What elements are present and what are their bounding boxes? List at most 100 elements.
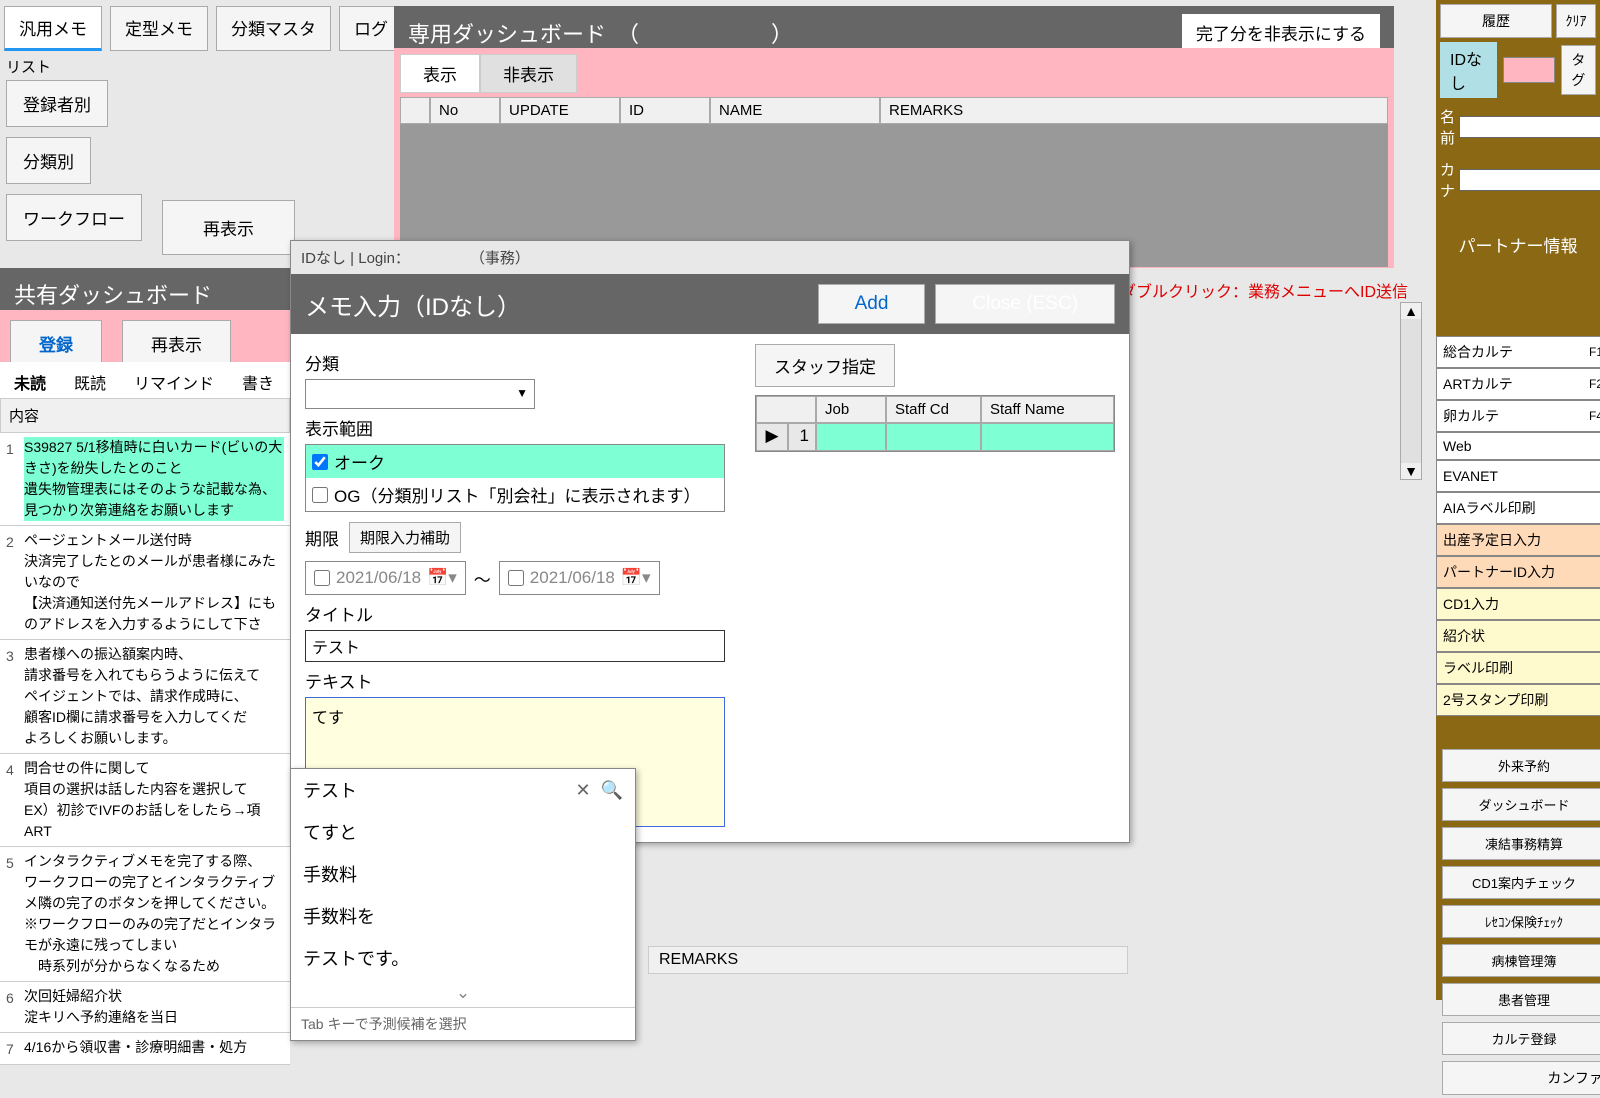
ime-suggestion[interactable]: テストです。	[291, 937, 635, 979]
menu-ラベル印刷[interactable]: ラベル印刷	[1436, 652, 1600, 684]
redisplay-button-2[interactable]: 再表示	[122, 320, 231, 367]
tab-generic-memo[interactable]: 汎用メモ	[4, 6, 102, 51]
scrollbar[interactable]: ▲ ▼	[1400, 302, 1422, 480]
scope-opt-oak-checkbox[interactable]	[312, 454, 328, 470]
staff-col-blank	[756, 396, 816, 423]
col-no: No	[430, 97, 500, 124]
menu-卵カルテ[interactable]: 卵カルテF4	[1436, 400, 1600, 432]
menu-総合カルテ[interactable]: 総合カルテF1	[1436, 336, 1600, 368]
action-CD1案内チェック[interactable]: CD1案内チェック	[1442, 866, 1600, 899]
scope-opt-og[interactable]: OG（分類別リスト「別会社」に表示されます）	[306, 478, 724, 511]
calendar-icon[interactable]: 📅▾	[621, 568, 651, 588]
partner-info-header: パートナー情報	[1440, 224, 1596, 265]
tab-classify-master[interactable]: 分類マスタ	[216, 6, 331, 51]
tab-draft[interactable]: 書き	[228, 362, 288, 402]
action-カルテ登録[interactable]: カルテ登録	[1442, 1022, 1600, 1055]
main-tab-hide[interactable]: 非表示	[480, 54, 577, 93]
tab-unread[interactable]: 未読	[0, 362, 60, 402]
menu-EVANET[interactable]: EVANET	[1436, 460, 1600, 492]
deadline-helper-button[interactable]: 期限入力補助	[349, 522, 461, 553]
date-to[interactable]: 2021/06/18 📅▾	[499, 561, 660, 595]
staff-row[interactable]: ▶ 1	[756, 423, 1114, 451]
main-tab-show[interactable]: 表示	[400, 54, 480, 93]
by-category-button[interactable]: 分類別	[6, 137, 91, 184]
scope-opt-oak[interactable]: オーク	[306, 445, 724, 478]
list-label: リスト	[6, 56, 51, 77]
memo-list-header: 内容	[0, 398, 290, 433]
hide-completed-button[interactable]: 完了分を非表示にする	[1182, 14, 1380, 51]
scope-label: 表示範囲	[305, 415, 725, 440]
history-button[interactable]: 履歴	[1440, 4, 1552, 38]
main-dashboard-title: 専用ダッシュボード （ ）	[408, 17, 793, 49]
tag-button[interactable]: タグ	[1561, 45, 1596, 95]
col-remarks: REMARKS	[880, 97, 1388, 124]
col-update: UPDATE	[500, 97, 620, 124]
staff-assign-button[interactable]: スタッフ指定	[755, 344, 895, 387]
col-blank	[400, 97, 430, 124]
ime-suggestion[interactable]: 手数料	[291, 853, 635, 895]
workflow-button[interactable]: ワークフロー	[6, 194, 142, 241]
kana-input[interactable]	[1459, 169, 1600, 191]
menu-CD1入力[interactable]: CD1入力	[1436, 588, 1600, 620]
col-id: ID	[620, 97, 710, 124]
memo-item[interactable]: 4問合せの件に関して項目の選択は話した内容を選択してEX）初診でIVFのお話しを…	[0, 754, 290, 847]
ime-suggestion[interactable]: 手数料を	[291, 895, 635, 937]
action-ダッシュボード[interactable]: ダッシュボード	[1442, 788, 1600, 821]
menu-紹介状[interactable]: 紹介状	[1436, 620, 1600, 652]
action-ﾚｾｺﾝ保険ﾁｪｯｸ[interactable]: ﾚｾｺﾝ保険ﾁｪｯｸ	[1442, 905, 1600, 938]
calendar-icon[interactable]: 📅▾	[427, 568, 457, 588]
ime-more-icon[interactable]: ⌄	[291, 979, 635, 1007]
id-input[interactable]	[1503, 57, 1555, 83]
action-凍結事務精算[interactable]: 凍結事務精算	[1442, 827, 1600, 860]
date-from-checkbox[interactable]	[314, 570, 330, 586]
dblclick-hint: ダブルクリック：業務メニューへID送信	[1120, 278, 1408, 302]
title-field-label: タイトル	[305, 601, 725, 626]
scope-list: オーク OG（分類別リスト「別会社」に表示されます）	[305, 444, 725, 512]
action-外来予約[interactable]: 外来予約	[1442, 749, 1600, 782]
remarks-col-lower: REMARKS	[648, 946, 1128, 974]
tab-remind[interactable]: リマインド	[120, 362, 228, 402]
search-icon[interactable]: 🔍	[601, 780, 623, 801]
col-name: NAME	[710, 97, 880, 124]
date-to-checkbox[interactable]	[508, 570, 524, 586]
name-input[interactable]	[1459, 116, 1600, 138]
menu-AIAラベル印刷[interactable]: AIAラベル印刷	[1436, 492, 1600, 524]
text-field-label: テキスト	[305, 668, 725, 693]
date-from[interactable]: 2021/06/18 📅▾	[305, 561, 466, 595]
ime-suggestion[interactable]: てすと	[291, 811, 635, 853]
memo-item[interactable]: 5インタラクティブメモを完了する際、ワークフローの完了とインタラクティブメ隣の完…	[0, 847, 290, 982]
clear-button[interactable]: ｸﾘｱ	[1556, 4, 1596, 38]
close-button[interactable]: Close (ESC)	[935, 284, 1115, 324]
staff-col-name: Staff Name	[981, 396, 1114, 423]
memo-item[interactable]: 2ページェントメール送付時決済完了したとのメールが患者様にみたいなので【決済通知…	[0, 526, 290, 640]
by-registrant-button[interactable]: 登録者別	[6, 80, 108, 127]
memo-item[interactable]: 3患者様への振込額案内時、請求番号を入れてもらうように伝えてペイジェントでは、請…	[0, 640, 290, 754]
memo-list: 内容 1S39827 5/1移植時に白いカード(ビいの大きさ)を紛失したとのこと…	[0, 398, 290, 1065]
menu-パートナーID入力[interactable]: パートナーID入力	[1436, 556, 1600, 588]
category-select[interactable]	[305, 379, 535, 409]
menu-2号スタンプ印刷[interactable]: 2号スタンプ印刷	[1436, 684, 1600, 716]
menu-Web[interactable]: Web	[1436, 432, 1600, 460]
id-none-badge: IDなし	[1440, 42, 1497, 98]
tab-read[interactable]: 既読	[60, 362, 120, 402]
close-icon[interactable]: ✕	[575, 780, 590, 801]
ime-suggestions: テスト✕🔍てすと手数料手数料をテストです。 ⌄ Tab キーで予測候補を選択	[290, 768, 636, 1041]
conference-mgmt-button[interactable]: カンファレンス管理	[1442, 1061, 1600, 1095]
action-病棟管理簿[interactable]: 病棟管理簿	[1442, 944, 1600, 977]
redisplay-button[interactable]: 再表示	[162, 200, 295, 255]
memo-item[interactable]: 1S39827 5/1移植時に白いカード(ビいの大きさ)を紛失したとのこと遺失物…	[0, 433, 290, 526]
menu-ARTカルテ[interactable]: ARTカルテF2	[1436, 368, 1600, 400]
ime-suggestion[interactable]: テスト✕🔍	[291, 769, 635, 811]
memo-item[interactable]: 6次回妊婦紹介状淀キリへ予約連絡を当日	[0, 982, 290, 1033]
dialog-titlebar: IDなし | Login： （事務）	[291, 241, 1129, 274]
scroll-up-icon[interactable]: ▲	[1401, 303, 1421, 319]
menu-出産予定日入力[interactable]: 出産予定日入力	[1436, 524, 1600, 556]
ime-footer: Tab キーで予測候補を選択	[291, 1007, 635, 1040]
memo-item[interactable]: 74/16から領収書・診療明細書・処方	[0, 1033, 290, 1065]
scroll-down-icon[interactable]: ▼	[1401, 463, 1421, 479]
title-input[interactable]	[305, 630, 725, 662]
add-button[interactable]: Add	[818, 284, 926, 324]
tab-template-memo[interactable]: 定型メモ	[110, 6, 208, 51]
scope-opt-og-checkbox[interactable]	[312, 487, 328, 503]
register-button[interactable]: 登録	[10, 320, 102, 367]
